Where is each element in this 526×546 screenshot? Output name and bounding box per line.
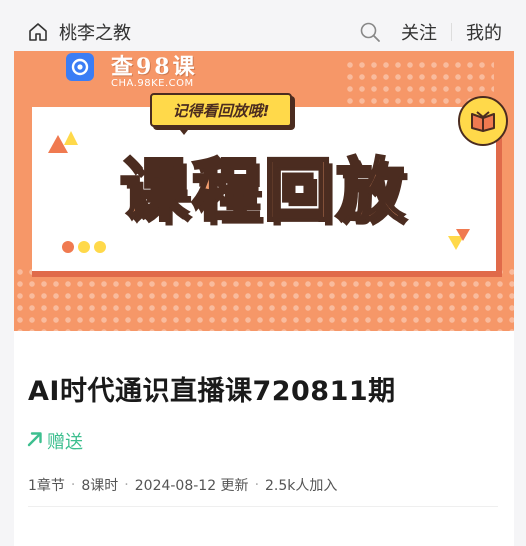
- chapter-count: 1章节: [28, 478, 65, 494]
- book-icon: [458, 96, 508, 146]
- course-title: AI时代通识直播课720811期: [28, 376, 396, 407]
- divider: [28, 506, 498, 507]
- mine-button[interactable]: 我的: [466, 19, 502, 45]
- follow-button[interactable]: 关注: [401, 19, 437, 45]
- meta-separator: ·: [124, 477, 129, 493]
- watermark-logo-icon: [66, 53, 94, 81]
- home-link[interactable]: 桃李之教: [27, 20, 131, 44]
- watermark-url: CHA.98KE.COM: [111, 78, 194, 89]
- triangle-shape: [64, 131, 78, 145]
- decorative-dots: [62, 241, 106, 253]
- update-date: 2024-08-12 更新: [134, 478, 249, 494]
- banner-title: 课程回放: [118, 150, 408, 232]
- course-banner-image[interactable]: 查98课 CHA.98KE.COM 记得看回放哦! 课程回放: [14, 51, 514, 331]
- gift-label: 赠送: [47, 432, 83, 453]
- nav-divider: [451, 23, 452, 41]
- search-icon[interactable]: [359, 21, 381, 43]
- meta-separator: ·: [254, 477, 260, 493]
- watermark-text: 查98课: [111, 54, 198, 80]
- lesson-count: 8课时: [81, 478, 119, 494]
- school-name: 桃李之教: [59, 23, 131, 44]
- gift-link[interactable]: 赠送: [27, 429, 83, 453]
- replay-tag: 记得看回放哦!: [150, 93, 292, 135]
- home-icon: [27, 21, 49, 43]
- meta-separator: ·: [70, 477, 76, 493]
- arrow-up-right-icon: [27, 431, 43, 451]
- course-card: 查98课 CHA.98KE.COM 记得看回放哦! 课程回放 AI时代通识直播课…: [14, 51, 514, 546]
- triangle-shape: [456, 229, 470, 241]
- course-meta: 1章节 · 8课时 · 2024-08-12 更新 · 2.5k人加入: [28, 475, 337, 495]
- joined-count: 2.5k人加入: [265, 478, 338, 494]
